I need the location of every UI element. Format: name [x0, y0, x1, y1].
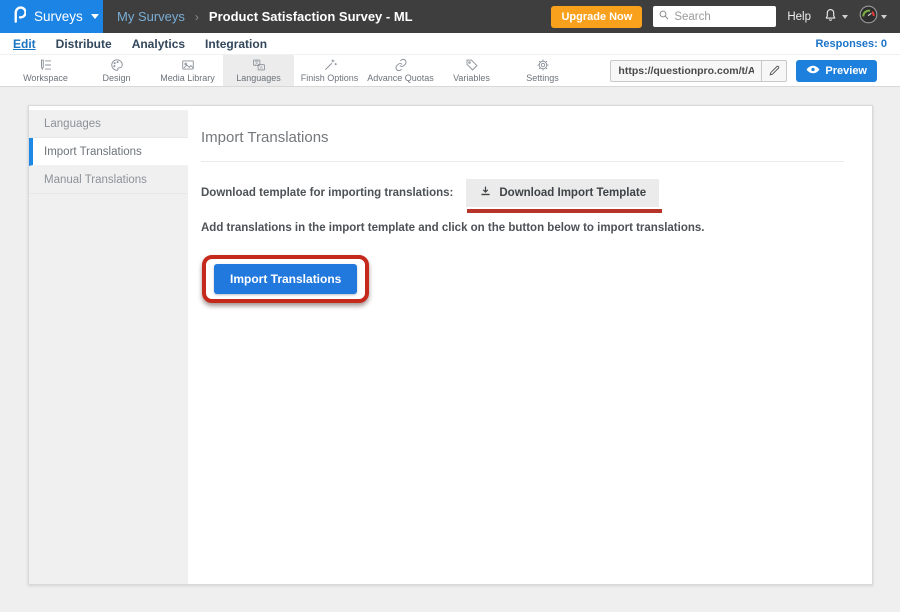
search-input[interactable] [674, 11, 771, 23]
survey-nav: Edit Distribute Analytics Integration Re… [0, 33, 900, 55]
download-template-text: Download template for importing translat… [201, 187, 453, 199]
eye-icon [806, 64, 820, 78]
download-icon [479, 185, 492, 201]
breadcrumb-parent[interactable]: My Surveys [117, 9, 185, 24]
page-background: Languages Import Translations Manual Tra… [0, 87, 900, 612]
import-translations-content: Import Translations Download template fo… [188, 106, 872, 584]
questionpro-logo-icon [11, 5, 26, 29]
upgrade-now-button[interactable]: Upgrade Now [551, 6, 642, 28]
edit-toolbar: Workspace Design Media Library 文A Langua… [0, 55, 900, 87]
toolbar-tab-languages[interactable]: 文A Languages [223, 55, 294, 86]
red-box-annotation: Import Translations [202, 255, 369, 303]
top-bar: Surveys My Surveys › Product Satisfactio… [0, 0, 900, 33]
download-button-wrap: Download Import Template [466, 179, 659, 207]
design-icon [109, 58, 125, 72]
workspace-icon [38, 58, 54, 72]
preview-button[interactable]: Preview [796, 60, 877, 82]
chevron-down-icon [91, 14, 99, 19]
topbar-right-group: Upgrade Now Help [551, 5, 900, 29]
avatar [859, 5, 878, 29]
notifications-button[interactable] [822, 6, 848, 28]
global-search[interactable] [653, 6, 776, 27]
survey-url-box [610, 60, 787, 82]
toolbar-tab-settings[interactable]: Settings [507, 55, 578, 86]
sidebar-list: Languages Import Translations Manual Tra… [29, 110, 188, 584]
toolbar-tab-advance-quotas[interactable]: Advance Quotas [365, 55, 436, 86]
languages-sidebar: Languages Import Translations Manual Tra… [29, 106, 188, 584]
search-icon [658, 8, 670, 26]
toolbar-tab-design[interactable]: Design [81, 55, 152, 86]
brand-menu[interactable]: Surveys [0, 0, 103, 33]
chevron-down-icon [842, 15, 848, 19]
toolbar-tab-finish-options[interactable]: Finish Options [294, 55, 365, 86]
media-library-icon [180, 58, 196, 72]
pencil-icon [768, 64, 781, 77]
bell-icon [822, 6, 839, 28]
nav-tab-distribute[interactable]: Distribute [56, 37, 112, 51]
import-translations-button[interactable]: Import Translations [214, 264, 357, 294]
instruction-text: Add translations in the import template … [201, 222, 844, 234]
responses-count[interactable]: Responses: 0 [815, 38, 887, 50]
svg-text:文: 文 [254, 59, 259, 66]
divider [201, 161, 844, 162]
svg-text:A: A [259, 65, 262, 70]
languages-icon: 文A [251, 58, 267, 72]
advance-quotas-icon [393, 58, 409, 72]
survey-link-group: Preview [610, 55, 900, 86]
chevron-down-icon [881, 15, 887, 19]
page-title: Import Translations [201, 129, 844, 146]
help-link[interactable]: Help [787, 11, 811, 23]
nav-tab-analytics[interactable]: Analytics [132, 37, 185, 51]
account-menu-button[interactable] [859, 5, 887, 29]
red-underline-annotation [467, 209, 662, 213]
download-template-row: Download template for importing translat… [201, 179, 844, 207]
edit-url-button[interactable] [761, 61, 786, 81]
variables-icon [464, 58, 480, 72]
finish-options-icon [322, 58, 338, 72]
download-import-template-button[interactable]: Download Import Template [466, 179, 659, 207]
nav-tab-edit[interactable]: Edit [13, 37, 36, 51]
import-button-area: Import Translations [202, 255, 844, 303]
survey-title: Product Satisfaction Survey - ML [209, 9, 413, 24]
brand-product-label: Surveys [34, 9, 83, 24]
toolbar-tab-workspace[interactable]: Workspace [10, 55, 81, 86]
breadcrumb-separator: › [195, 10, 199, 24]
sidebar-item-languages[interactable]: Languages [29, 110, 188, 138]
sidebar-item-manual-translations[interactable]: Manual Translations [29, 166, 188, 194]
breadcrumb: My Surveys › Product Satisfaction Survey… [117, 9, 413, 24]
settings-icon [535, 58, 551, 72]
languages-panel: Languages Import Translations Manual Tra… [28, 105, 873, 585]
toolbar-tab-variables[interactable]: Variables [436, 55, 507, 86]
nav-tab-integration[interactable]: Integration [205, 37, 267, 51]
toolbar-tab-media-library[interactable]: Media Library [152, 55, 223, 86]
sidebar-item-import-translations[interactable]: Import Translations [29, 138, 188, 166]
survey-url-input[interactable] [611, 65, 761, 77]
